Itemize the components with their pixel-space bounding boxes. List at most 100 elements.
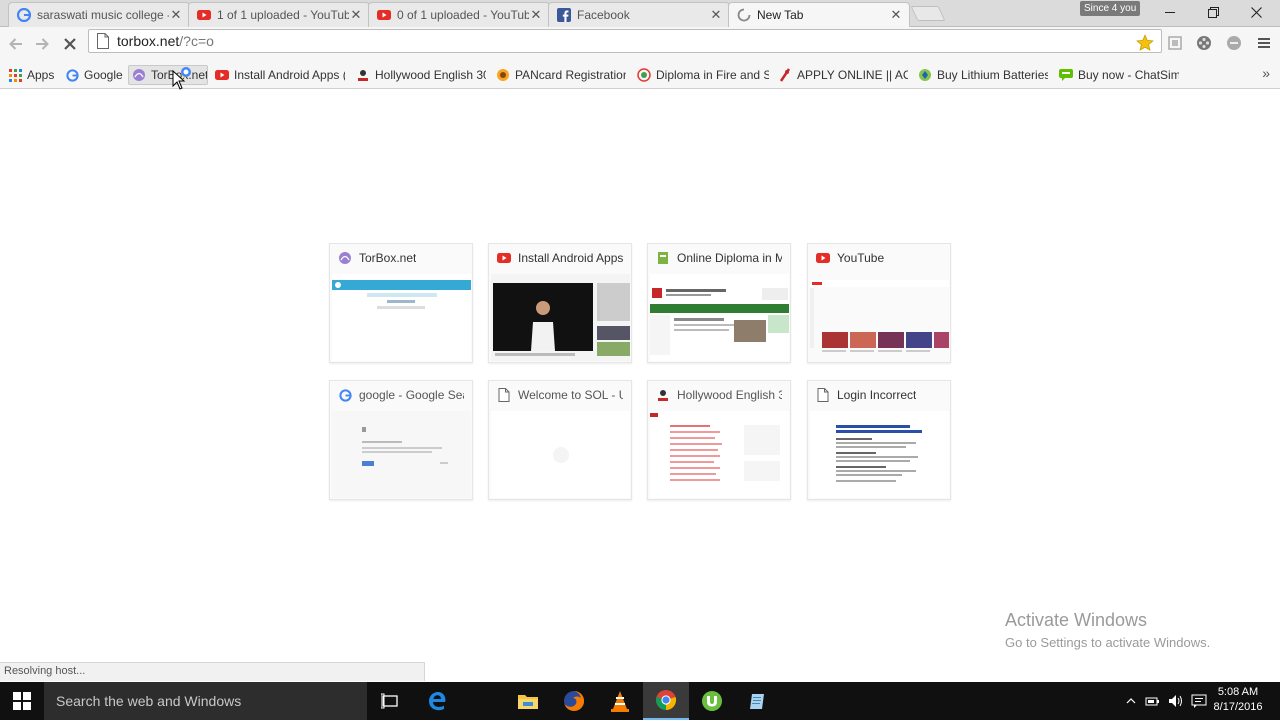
notepad-icon <box>750 694 764 709</box>
most-visited-tile-welcome-sol[interactable]: Welcome to SOL - UG <box>488 380 632 500</box>
new-tab-button[interactable] <box>910 6 946 21</box>
page-icon <box>497 388 511 402</box>
tile-thumbnail <box>650 411 789 498</box>
bookmark-pancard[interactable]: PANcard Registration <box>496 65 626 85</box>
taskbar: Search the web and Windows 5:08 AM 8/17/… <box>0 682 1280 720</box>
tab-strip: saraswati music college - ✕ 1 of 1 uploa… <box>0 0 1280 27</box>
taskbar-chrome[interactable] <box>643 682 689 720</box>
bookmark-label: APPLY ONLINE || ACC <box>797 68 908 82</box>
edge-browser-icon <box>429 692 446 711</box>
youtube-icon <box>816 251 830 265</box>
most-visited-tile-google-search[interactable]: google - Google Sear <box>329 380 473 500</box>
torbox-icon <box>132 68 146 82</box>
close-tab-icon[interactable]: ✕ <box>709 7 723 23</box>
bookmark-apps[interactable]: Apps <box>8 65 58 85</box>
profile-extension-button[interactable] <box>1223 32 1245 54</box>
tab-facebook[interactable]: Facebook ✕ <box>548 2 730 27</box>
most-visited-tile-torbox[interactable]: TorBox.net <box>329 243 473 363</box>
taskbar-clock[interactable]: 5:08 AM 8/17/2016 <box>1212 685 1264 715</box>
most-visited-tile-install-android[interactable]: Install Android Apps ( <box>488 243 632 363</box>
close-tab-icon[interactable]: ✕ <box>529 7 543 23</box>
tab-saraswati[interactable]: saraswati music college - ✕ <box>8 2 190 27</box>
bookmark-install-android[interactable]: Install Android Apps ( <box>215 65 345 85</box>
torbox-icon <box>338 251 352 265</box>
watermark-title: Activate Windows <box>1005 610 1148 630</box>
taskbar-search-box[interactable]: Search the web and Windows <box>44 682 367 720</box>
tab-new-tab[interactable]: New Tab ✕ <box>728 2 910 27</box>
speaker-icon <box>1169 695 1182 707</box>
status-bubble: Resolving host... <box>0 662 425 681</box>
stop-button[interactable] <box>58 32 82 56</box>
bookmark-diploma-fire[interactable]: Diploma in Fire and S <box>637 65 769 85</box>
bookmark-hollywood-english[interactable]: Hollywood English 30 <box>356 65 486 85</box>
tile-thumbnail <box>491 411 630 498</box>
bookmark-apply-online[interactable]: APPLY ONLINE || ACC <box>778 65 908 85</box>
bookmark-label: Buy now - ChatSim <box>1078 68 1179 82</box>
close-tab-icon[interactable]: ✕ <box>349 7 363 23</box>
most-visited-tile-online-diploma[interactable]: Online Diploma in Me <box>647 243 791 363</box>
tab-youtube-2[interactable]: 0 of 1 uploaded - YouTub ✕ <box>368 2 550 27</box>
tile-thumbnail <box>650 274 789 361</box>
tile-title: Login Incorrect <box>837 388 917 402</box>
taskbar-file-explorer[interactable] <box>505 682 551 720</box>
more-bookmarks-chevron-icon[interactable]: » <box>1262 65 1270 81</box>
bookmark-google[interactable]: Google <box>65 65 125 85</box>
volume-tray-button[interactable] <box>1166 682 1186 720</box>
task-view-button[interactable] <box>367 682 413 720</box>
taskbar-edge[interactable] <box>414 682 460 720</box>
vlc-cone-icon <box>611 691 629 712</box>
bookmark-lithium-batteries[interactable]: Buy Lithium Batteries <box>918 65 1048 85</box>
taskbar-firefox[interactable] <box>551 682 597 720</box>
most-visited-tile-youtube[interactable]: YouTube <box>807 243 951 363</box>
youtube-icon <box>377 8 391 22</box>
cast-extension-button[interactable] <box>1164 32 1186 54</box>
show-hidden-icons-button[interactable] <box>1122 682 1140 720</box>
most-visited-tile-login-incorrect[interactable]: Login Incorrect <box>807 380 951 500</box>
power-tray-button[interactable] <box>1143 682 1163 720</box>
tile-header: Online Diploma in Me <box>648 244 790 272</box>
minimize-icon <box>1165 12 1175 13</box>
bookmark-label: Hollywood English 30 <box>375 68 486 82</box>
round-badge-icon <box>1227 36 1241 50</box>
diploma-icon <box>656 251 670 265</box>
close-window-button[interactable] <box>1236 0 1276 24</box>
taskbar-vlc[interactable] <box>597 682 643 720</box>
windows-logo-icon <box>13 692 31 710</box>
address-bar[interactable]: torbox.net/?c=o <box>88 29 1162 53</box>
url-host: torbox.net <box>117 33 180 49</box>
tile-header: Hollywood English 30 <box>648 381 790 409</box>
screen: saraswati music college - ✕ 1 of 1 uploa… <box>0 0 1280 720</box>
hollywood-icon <box>356 68 370 82</box>
bookmark-star-button[interactable] <box>1134 32 1156 54</box>
hollywood-icon <box>656 388 670 402</box>
action-center-button[interactable] <box>1189 682 1209 720</box>
start-button[interactable] <box>0 682 44 720</box>
back-button[interactable] <box>4 32 28 56</box>
tile-header: Login Incorrect <box>808 381 950 409</box>
forward-button[interactable] <box>30 32 54 56</box>
tile-header: Install Android Apps ( <box>489 244 631 272</box>
bookmark-label: Google <box>84 68 123 82</box>
tab-youtube-1[interactable]: 1 of 1 uploaded - YouTub ✕ <box>188 2 370 27</box>
tile-header: google - Google Sear <box>330 381 472 409</box>
tile-title: YouTube <box>837 251 885 265</box>
restore-button[interactable] <box>1193 0 1233 24</box>
firefox-icon <box>564 690 585 711</box>
tile-header: TorBox.net <box>330 244 472 272</box>
bookmark-chatsim[interactable]: Buy now - ChatSim <box>1059 65 1179 85</box>
bookmark-label: Install Android Apps ( <box>234 68 345 82</box>
video-extension-button[interactable] <box>1193 32 1215 54</box>
close-tab-icon[interactable]: ✕ <box>889 7 903 23</box>
folder-icon <box>518 695 538 709</box>
minimize-button[interactable] <box>1150 0 1190 24</box>
close-tab-icon[interactable]: ✕ <box>169 7 183 23</box>
bookmark-torbox[interactable]: TorBox.net <box>128 65 208 85</box>
most-visited-tile-hollywood-english[interactable]: Hollywood English 30 <box>647 380 791 500</box>
tile-thumbnail <box>332 274 471 361</box>
notification-icon <box>1191 694 1207 708</box>
chevron-up-icon <box>1126 698 1136 704</box>
chrome-menu-button[interactable] <box>1253 32 1275 54</box>
taskbar-notepad[interactable] <box>735 682 781 720</box>
taskbar-utorrent[interactable] <box>689 682 735 720</box>
hamburger-menu-icon <box>1258 38 1270 48</box>
